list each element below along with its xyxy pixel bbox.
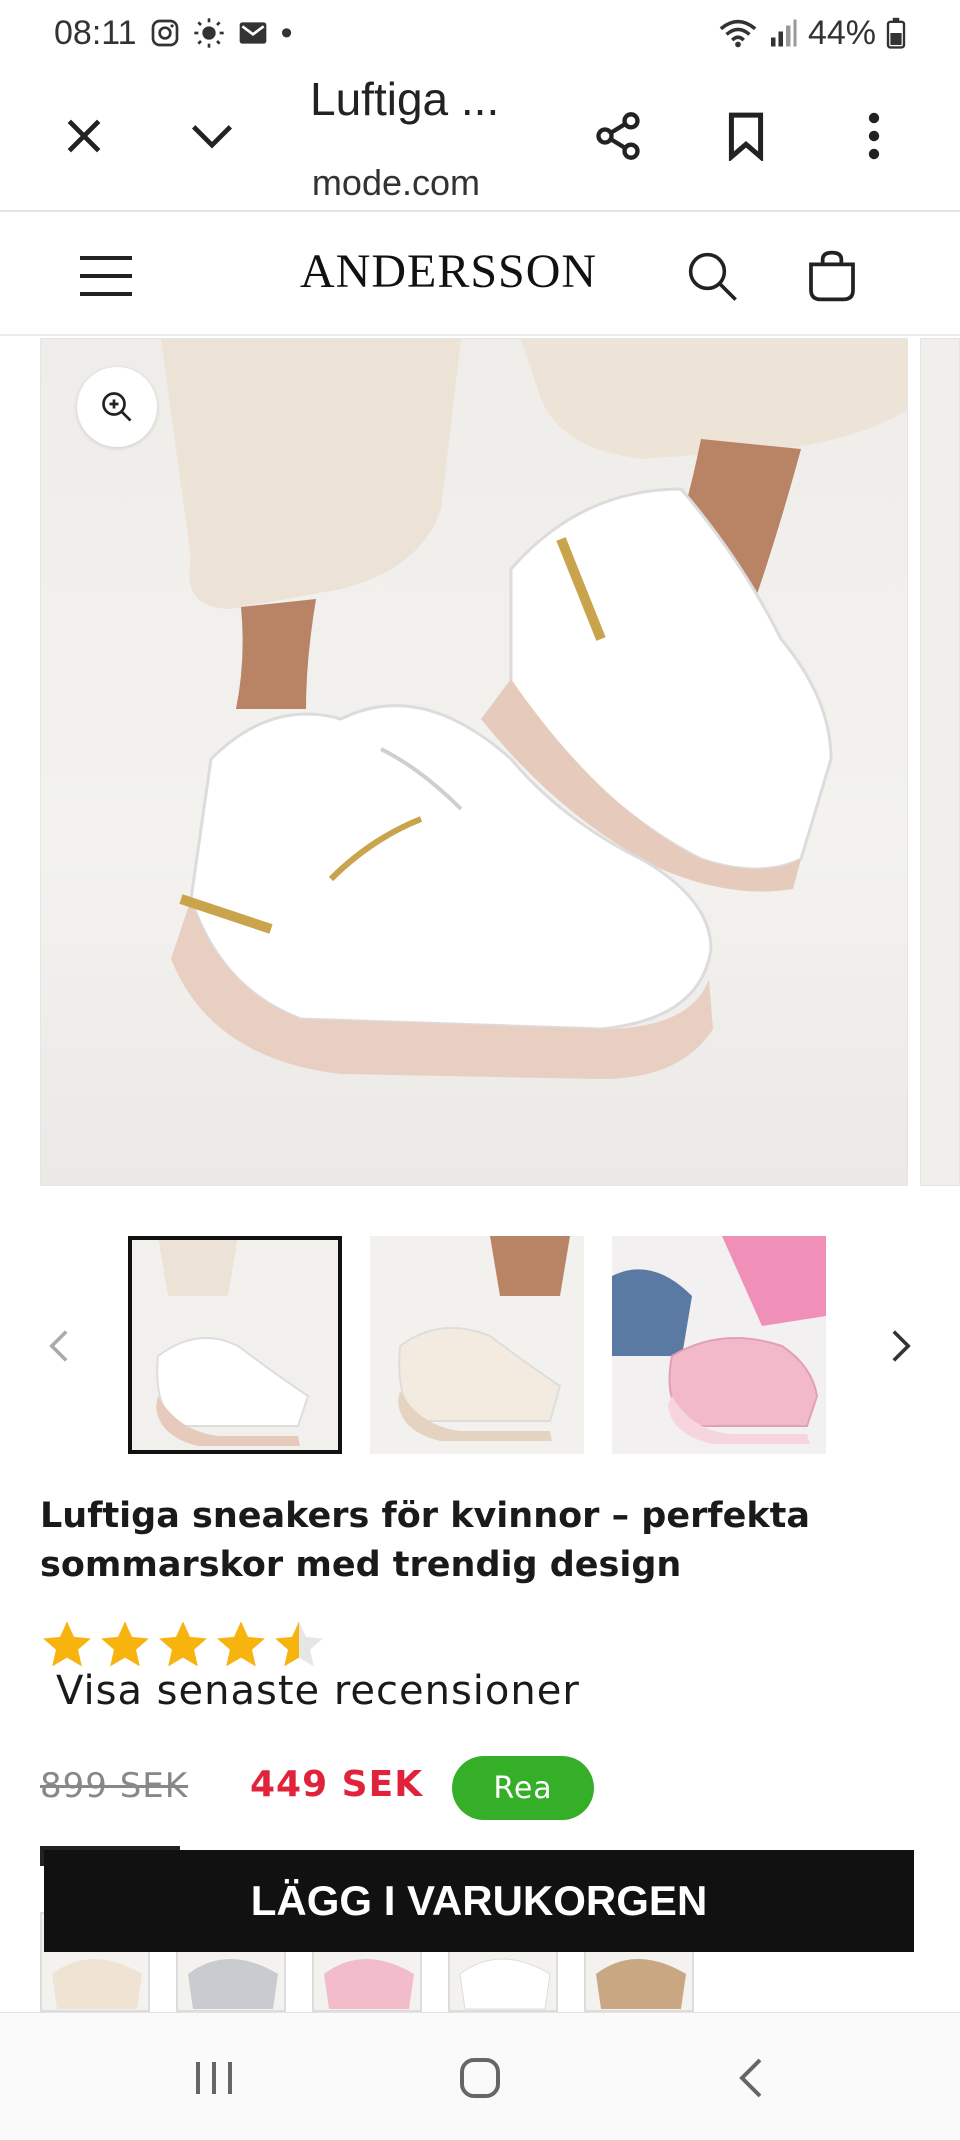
chevron-down-icon (187, 114, 237, 158)
share-icon (592, 110, 644, 162)
email-icon (237, 17, 269, 49)
system-nav-bar (0, 2012, 960, 2140)
more-vert-icon (866, 112, 882, 160)
battery-icon (886, 17, 906, 49)
bookmark-icon (724, 111, 768, 161)
product-main-image[interactable] (40, 338, 908, 1186)
search-icon (685, 249, 739, 303)
prev-thumbnail-button[interactable] (34, 1316, 84, 1376)
search-button[interactable] (680, 244, 744, 308)
bookmark-button[interactable] (706, 96, 786, 176)
product-title: Luftiga sneakers för kvinnor – perfekta … (40, 1496, 810, 1585)
zoom-button[interactable] (77, 367, 157, 447)
status-time: 08:11 (54, 13, 137, 52)
menu-icon (78, 252, 134, 300)
sale-badge: Rea (452, 1756, 594, 1820)
instagram-icon (149, 17, 181, 49)
thumbnail-photo-beige (370, 1236, 584, 1454)
close-tab-button[interactable] (44, 96, 124, 176)
next-thumbnail-button[interactable] (876, 1316, 926, 1376)
site-header: ANDERSSON (0, 214, 960, 336)
thumbnail-photo-pink (612, 1236, 826, 1454)
url-text[interactable]: anderssonmode.com (310, 162, 480, 204)
thumbnail-3[interactable] (612, 1236, 826, 1454)
thumbnail-2[interactable] (370, 1236, 584, 1454)
brightness-icon (193, 17, 225, 49)
wifi-icon (718, 17, 758, 49)
zoom-in-icon (99, 389, 135, 425)
status-bar: 08:11 • 44% (0, 0, 960, 66)
star-icon (101, 1621, 149, 1667)
thumbnail-photo-white (128, 1236, 342, 1454)
recent-apps-icon (192, 2058, 236, 2098)
menu-button[interactable] (74, 244, 138, 308)
next-image-peek[interactable] (920, 338, 960, 1186)
recent-apps-button[interactable] (174, 2043, 254, 2113)
star-icon (159, 1621, 207, 1667)
home-icon (458, 2056, 502, 2100)
chevron-left-icon (47, 1328, 71, 1364)
page-title: Luftiga ... (310, 73, 500, 125)
browser-toolbar: Luftiga ... anderssonmode.com (0, 66, 960, 212)
battery-percent: 44% (807, 13, 876, 52)
back-icon (735, 2056, 765, 2100)
chevron-right-icon (889, 1328, 913, 1364)
add-to-cart-button[interactable]: LÄGG I VARUKORGEN (44, 1850, 914, 1952)
sale-price: 449 SEK (250, 1764, 424, 1805)
star-icon (43, 1621, 91, 1667)
thumbnail-carousel (0, 1236, 960, 1458)
more-options-button[interactable] (834, 96, 914, 176)
cart-icon (804, 248, 860, 304)
brand-logo[interactable]: ANDERSSON (300, 244, 597, 299)
signal-icon (768, 18, 798, 48)
star-rating[interactable] (40, 1618, 326, 1672)
notification-dot: • (280, 13, 293, 52)
reviews-link[interactable]: Visa senaste recensioner (56, 1668, 580, 1714)
star-half-icon (275, 1621, 323, 1667)
original-price: 899 SEK (40, 1766, 189, 1806)
home-button[interactable] (440, 2043, 520, 2113)
thumbnail-1[interactable] (128, 1236, 342, 1454)
close-icon (62, 114, 106, 158)
cart-button[interactable] (800, 244, 864, 308)
back-button[interactable] (710, 2043, 790, 2113)
minimize-button[interactable] (172, 96, 252, 176)
star-icon (217, 1621, 265, 1667)
sneakers-photo (161, 339, 907, 1079)
share-button[interactable] (578, 96, 658, 176)
